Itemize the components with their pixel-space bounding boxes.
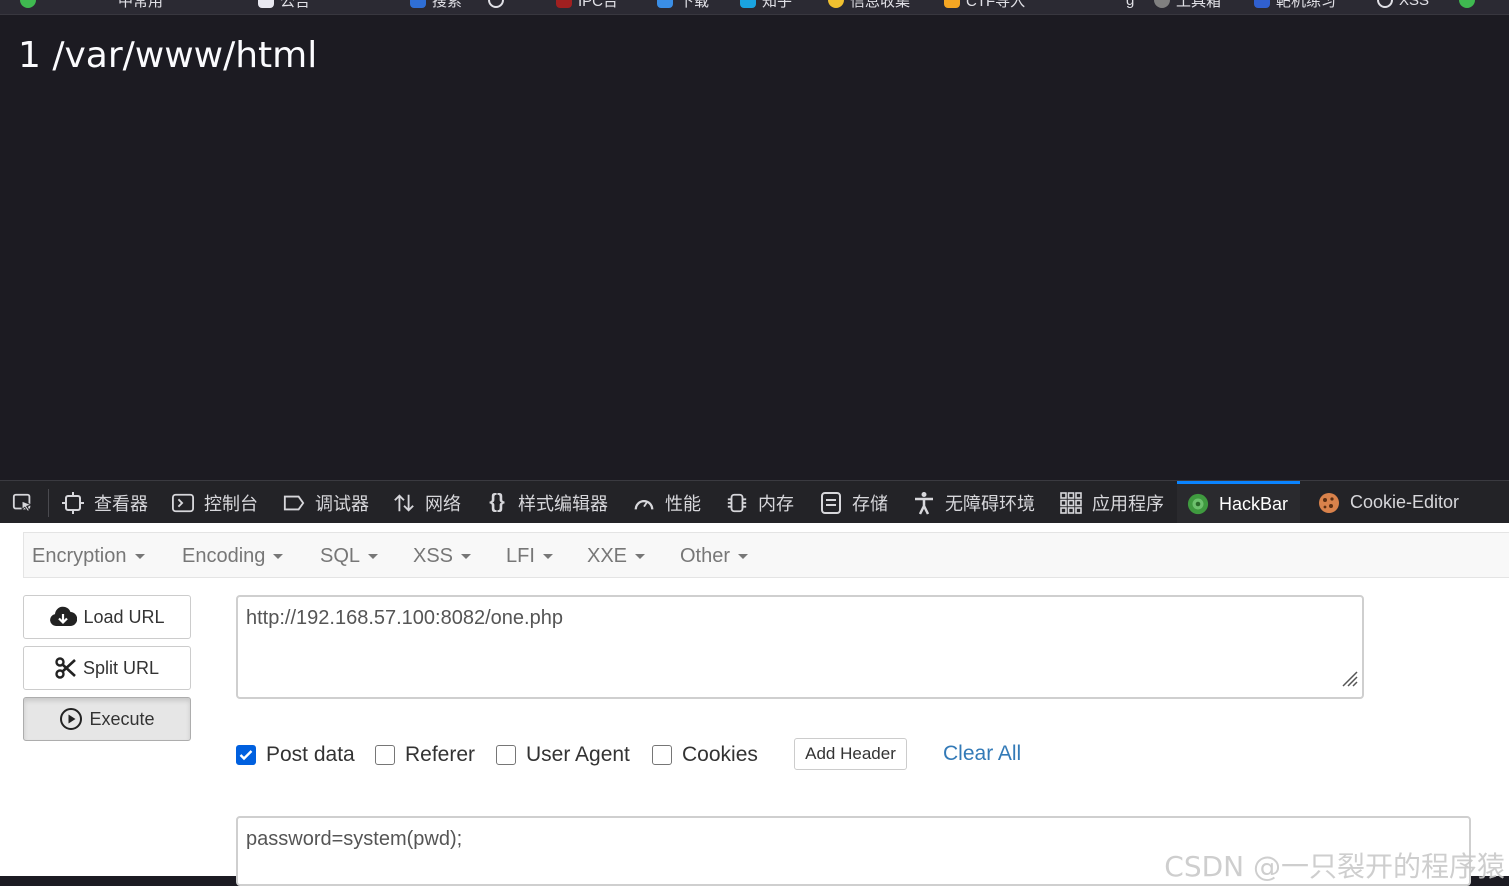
- style-editor-icon: {}: [489, 491, 505, 513]
- watermark: CSDN @一只裂开的程序猿: [1164, 850, 1505, 883]
- url-textarea[interactable]: http://192.168.57.100:8082/one.php: [236, 595, 1364, 699]
- user-agent-option[interactable]: User Agent: [496, 742, 630, 768]
- bookmark-icon: [828, 0, 844, 8]
- page-output-text: 1 /var/www/html: [18, 35, 318, 76]
- globe-icon: [488, 0, 504, 8]
- tab-debugger[interactable]: 调试器: [283, 481, 369, 524]
- bookmark-item[interactable]: [20, 0, 36, 9]
- menu-sql[interactable]: SQL: [320, 533, 379, 579]
- cookies-option[interactable]: Cookies: [652, 742, 758, 768]
- bookmark-item[interactable]: g: [1120, 0, 1134, 9]
- element-picker-button[interactable]: [12, 481, 44, 524]
- user-agent-checkbox[interactable]: [496, 745, 516, 765]
- cookies-checkbox[interactable]: [652, 745, 672, 765]
- hackbar-icon: [1187, 493, 1209, 515]
- bookmark-item[interactable]: 搜索: [410, 0, 462, 10]
- memory-icon: [726, 492, 748, 514]
- bookmark-item[interactable]: 工具箱: [1154, 0, 1221, 10]
- resize-grip-icon[interactable]: [1339, 668, 1359, 694]
- tab-performance[interactable]: 性能: [633, 481, 701, 524]
- caret-down-icon: [542, 553, 553, 559]
- network-icon: [393, 492, 415, 514]
- cookie-icon: [1318, 492, 1340, 514]
- bookmark-item[interactable]: [1459, 0, 1475, 9]
- play-circle-icon: [59, 707, 83, 731]
- referer-checkbox[interactable]: [375, 745, 395, 765]
- bookmark-icon: [556, 0, 572, 8]
- bookmark-icon: [1154, 0, 1170, 8]
- bookmark-icon: [657, 0, 673, 8]
- execute-button[interactable]: Execute: [23, 697, 191, 741]
- bookmark-item[interactable]: 信息收集: [828, 0, 910, 10]
- bookmark-item[interactable]: 下载: [657, 0, 709, 10]
- menu-encryption[interactable]: Encryption: [32, 533, 145, 579]
- bookmark-item[interactable]: 公告: [258, 0, 310, 10]
- bookmarks-toolbar: 中常用 公告 搜索 IPC台 下载 知乎 信息收集 CTF导入 g 工具箱 靶机…: [0, 0, 1509, 15]
- bookmark-item[interactable]: 知乎: [740, 0, 792, 10]
- bookmark-icon: [410, 0, 426, 8]
- tab-console[interactable]: 控制台: [172, 481, 258, 524]
- bookmark-item[interactable]: [488, 0, 504, 9]
- menu-lfi[interactable]: LFI: [506, 533, 553, 579]
- devtools-toolbar: 查看器 控制台 调试器 网络 {} 样式编辑器 性能 内存 存储 无障碍环境 应…: [0, 480, 1509, 524]
- bookmark-icon: [1459, 0, 1475, 8]
- tab-storage[interactable]: 存储: [820, 481, 888, 524]
- bookmark-icon: [258, 0, 274, 8]
- bookmark-item[interactable]: 靶机练习: [1254, 0, 1336, 10]
- scissors-icon: [55, 657, 77, 679]
- tab-inspector[interactable]: 查看器: [62, 481, 148, 524]
- tab-accessibility[interactable]: 无障碍环境: [913, 481, 1035, 524]
- application-icon: [1060, 491, 1082, 514]
- tab-memory[interactable]: 内存: [726, 481, 794, 524]
- caret-down-icon: [461, 553, 472, 559]
- caret-down-icon: [738, 553, 749, 559]
- menu-xxe[interactable]: XXE: [587, 533, 646, 579]
- add-header-button[interactable]: Add Header: [794, 738, 907, 770]
- bookmark-item[interactable]: 中常用: [112, 0, 163, 10]
- bookmark-icon: [1254, 0, 1270, 8]
- bookmark-icon: [20, 0, 36, 8]
- bookmark-item[interactable]: CTF导入: [944, 0, 1025, 10]
- bookmark-item[interactable]: IPC台: [556, 0, 618, 10]
- caret-down-icon: [368, 553, 379, 559]
- cloud-download-icon: [49, 606, 78, 628]
- hackbar-menu-bar: Encryption Encoding SQL XSS LFI XXE Othe…: [23, 532, 1509, 578]
- tab-style-editor[interactable]: {} 样式编辑器: [486, 481, 608, 524]
- inspector-icon: [62, 491, 84, 514]
- tab-cookie-editor[interactable]: Cookie-Editor: [1318, 481, 1459, 524]
- accessibility-icon: [913, 491, 935, 515]
- caret-down-icon: [273, 553, 284, 559]
- load-url-button[interactable]: Load URL: [23, 595, 191, 639]
- tab-network[interactable]: 网络: [393, 481, 461, 524]
- toolbar-divider: [48, 489, 49, 517]
- post-data-value: password=system(pwd);: [246, 828, 463, 850]
- debugger-icon: [283, 492, 305, 514]
- console-icon: [172, 492, 194, 514]
- post-data-option[interactable]: Post data: [236, 742, 355, 768]
- menu-xss[interactable]: XSS: [413, 533, 472, 579]
- storage-icon: [820, 491, 842, 514]
- tab-application[interactable]: 应用程序: [1060, 481, 1164, 524]
- post-data-checkbox[interactable]: [236, 745, 256, 765]
- caret-down-icon: [134, 553, 145, 559]
- menu-encoding[interactable]: Encoding: [182, 533, 284, 579]
- hackbar-panel: Encryption Encoding SQL XSS LFI XXE Othe…: [0, 523, 1509, 886]
- performance-icon: [633, 492, 655, 514]
- globe-icon: [1377, 0, 1393, 8]
- referer-option[interactable]: Referer: [375, 742, 475, 768]
- bookmark-item[interactable]: XSS: [1377, 0, 1429, 9]
- bookmark-icon: [740, 0, 756, 8]
- element-picker-icon: [12, 492, 34, 514]
- url-value: http://192.168.57.100:8082/one.php: [246, 607, 563, 629]
- clear-all-link[interactable]: Clear All: [943, 742, 1021, 766]
- page-content: 1 /var/www/html: [0, 15, 1509, 480]
- menu-other[interactable]: Other: [680, 533, 749, 579]
- caret-down-icon: [635, 553, 646, 559]
- tab-hackbar[interactable]: HackBar: [1177, 481, 1301, 524]
- bookmark-icon: [944, 0, 960, 8]
- split-url-button[interactable]: Split URL: [23, 646, 191, 690]
